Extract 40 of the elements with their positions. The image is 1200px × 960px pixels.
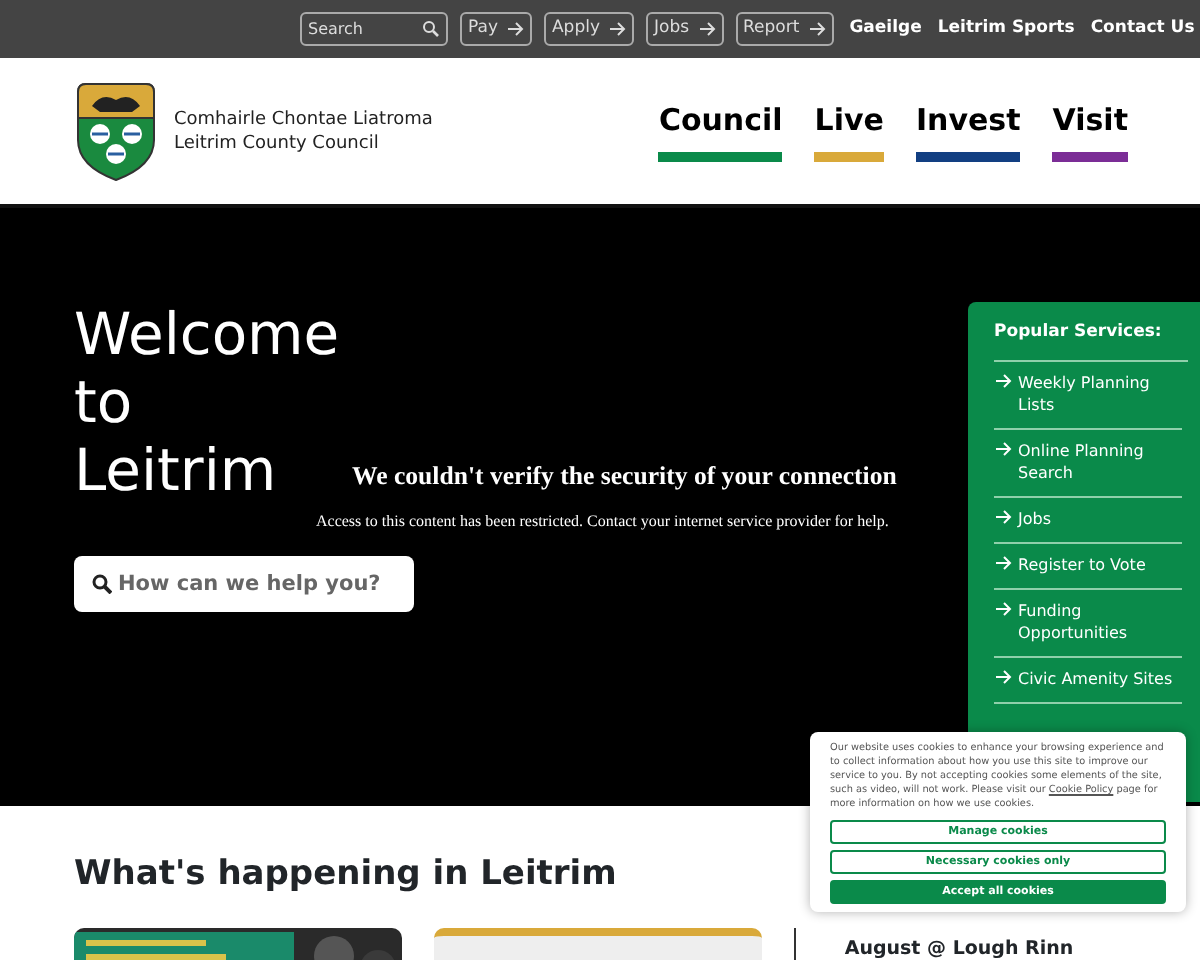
service-link[interactable]: Weekly Planning Lists	[994, 361, 1182, 430]
service-link[interactable]: Register to Vote	[994, 543, 1182, 590]
quick-link-button[interactable]: Jobs	[645, 12, 724, 46]
search-icon	[422, 20, 440, 38]
error-heading: We couldn't verify the security of your connection	[352, 460, 897, 494]
section-heading: What's happening in Leitrim	[74, 854, 617, 895]
service-link[interactable]: Funding Opportunities	[994, 589, 1182, 658]
arrow-icon	[994, 599, 1012, 618]
quick-link-button[interactable]: Pay	[460, 12, 532, 46]
arrow-icon	[994, 553, 1012, 572]
top-link[interactable]: Contact Us	[1090, 16, 1195, 42]
quick-link-button[interactable]: Apply	[543, 12, 634, 46]
nav-link[interactable]: Visit	[1052, 101, 1128, 137]
nav-link[interactable]: Live	[814, 101, 884, 137]
nav-link[interactable]: Council	[658, 101, 783, 137]
search-field[interactable]: Search	[300, 12, 448, 46]
error-message: Access to this content has been restricted. Contact your internet service provider for help.	[316, 510, 889, 534]
arrow-icon	[994, 667, 1012, 686]
logo-text: Leitrim County Council	[174, 131, 381, 155]
arrow-icon	[994, 439, 1012, 458]
arrow-icon	[994, 371, 1012, 390]
search-icon	[92, 574, 112, 594]
quick-link-button[interactable]: Report	[735, 12, 834, 46]
top-link[interactable]: Leitrim Sports	[937, 16, 1075, 42]
arrow-icon	[994, 507, 1012, 526]
arrow-icon	[607, 20, 626, 38]
arrow-icon	[505, 20, 524, 38]
arrow-icon	[697, 20, 716, 38]
card-title: August @ Lough Rinn	[842, 936, 1076, 960]
arrow-icon	[807, 20, 826, 38]
service-link[interactable]: Jobs	[994, 497, 1182, 544]
hero-title: Welcome to Leitrim	[74, 300, 340, 504]
search-field[interactable]: How can we help you?	[74, 556, 414, 612]
service-link[interactable]: Civic Amenity Sites	[994, 657, 1182, 704]
top-link[interactable]: Gaeilge	[849, 16, 922, 42]
logo-text: Comhairle Chontae Liatroma	[174, 107, 433, 131]
nav-link[interactable]: Invest	[915, 101, 1021, 137]
panel-title: Popular Services:	[994, 320, 1188, 362]
shield-logo	[74, 79, 158, 183]
service-link[interactable]: Online Planning Search	[994, 429, 1182, 498]
